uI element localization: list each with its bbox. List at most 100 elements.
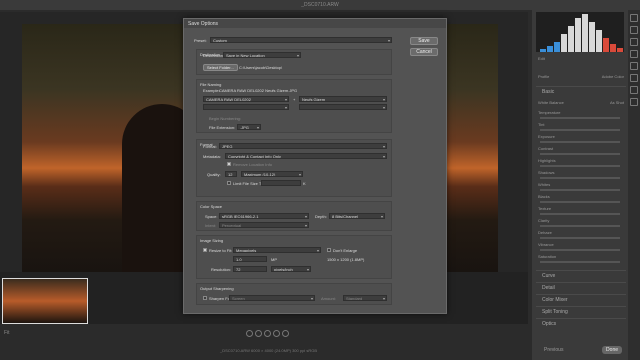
image-sizing-legend: Image Sizing (200, 238, 224, 243)
remove-location-checkbox[interactable] (227, 162, 231, 166)
resize-checkbox[interactable] (203, 248, 207, 252)
slider-texture[interactable]: Texture (538, 206, 624, 212)
image-info[interactable]: _DSC0710.ARW 6000 × 4000 (24.0MP) 300 pp… (220, 348, 317, 353)
dont-enlarge-label: Don't Enlarge (333, 248, 358, 253)
section-label: Optics (542, 321, 557, 327)
slider-label: Whites (538, 182, 551, 187)
metadata-label: Metadata: (203, 154, 221, 159)
cancel-button[interactable]: Cancel (410, 48, 438, 56)
slider-contrast[interactable]: Contrast (538, 146, 624, 152)
done-button[interactable]: Done (602, 346, 622, 354)
slider-clarity[interactable]: Clarity (538, 218, 624, 224)
folder-path: C:\Users\jacob\Desktop\ (239, 65, 283, 70)
profile-value[interactable]: Adobe Color (602, 74, 624, 80)
intent-select[interactable]: Perceptual (219, 222, 309, 228)
tool-strip (628, 10, 640, 360)
star-icon[interactable] (246, 330, 253, 337)
resolution-input[interactable]: 72 (233, 266, 267, 272)
white-balance-row[interactable]: White Balance As Shot (538, 100, 624, 106)
metadata-select[interactable]: Copyright & Contact Info Only (225, 153, 387, 159)
space-label: Space: (205, 214, 218, 219)
histogram-bar (596, 30, 602, 52)
slider-track[interactable] (540, 249, 620, 251)
slider-tint[interactable]: Tint (538, 122, 624, 128)
slider-shadows[interactable]: Shadows (538, 170, 624, 176)
slider-track[interactable] (540, 165, 620, 167)
slider-vibrance[interactable]: Vibrance (538, 242, 624, 248)
slider-track[interactable] (540, 117, 620, 119)
slider-track[interactable] (540, 201, 620, 203)
slider-track[interactable] (540, 153, 620, 155)
slider-whites[interactable]: Whites (538, 182, 624, 188)
limit-file-size-checkbox[interactable] (227, 181, 231, 185)
naming-field-3[interactable] (203, 104, 289, 110)
previous-button[interactable]: Previous (540, 346, 567, 354)
star-icon[interactable] (273, 330, 280, 337)
file-extension-select[interactable]: .JPG (237, 124, 261, 130)
slider-highlights[interactable]: Highlights (538, 158, 624, 164)
redeye-icon[interactable] (630, 50, 638, 58)
slider-exposure[interactable]: Exposure (538, 134, 624, 140)
save-button[interactable]: Save (410, 37, 438, 45)
quality-number[interactable]: 12 (225, 171, 237, 177)
megapixels-input[interactable]: 1.0 (233, 256, 267, 262)
section-split-toning[interactable]: Split Toning (536, 306, 626, 316)
dont-enlarge-checkbox[interactable] (327, 248, 331, 252)
preset-select[interactable]: Custom (210, 37, 392, 43)
section-color-mixer[interactable]: Color Mixer (536, 294, 626, 304)
slider-temperature[interactable]: Temperature (538, 110, 624, 116)
amount-label: Amount: (321, 296, 336, 301)
naming-field-4[interactable] (299, 104, 387, 110)
slider-saturation[interactable]: Saturation (538, 254, 624, 260)
amount-select[interactable]: Standard (343, 295, 387, 301)
limit-file-size-input[interactable] (261, 180, 301, 186)
sharpen-checkbox[interactable] (203, 296, 207, 300)
slider-blacks[interactable]: Blacks (538, 194, 624, 200)
section-detail[interactable]: Detail (536, 282, 626, 292)
resize-select[interactable]: Megapixels (233, 247, 321, 253)
star-icon[interactable] (264, 330, 271, 337)
slider-track[interactable] (540, 129, 620, 131)
star-icon[interactable] (255, 330, 262, 337)
slider-track[interactable] (540, 237, 620, 239)
heal-icon[interactable] (630, 38, 638, 46)
naming-field-1[interactable]: CAMERA RAW DEL0202 (203, 96, 289, 102)
settings-icon[interactable] (630, 98, 638, 106)
radial-icon[interactable] (630, 74, 638, 82)
snapshot-icon[interactable] (630, 86, 638, 94)
depth-label: Depth: (315, 214, 327, 219)
profile-row[interactable]: Profile Adobe Color (538, 74, 624, 80)
edit-tab-label: Edit (538, 56, 545, 61)
slider-track[interactable] (540, 189, 620, 191)
format-select[interactable]: JPEG (219, 143, 387, 149)
slider-track[interactable] (540, 177, 620, 179)
slider-track[interactable] (540, 261, 620, 263)
slider-dehaze[interactable]: Dehaze (538, 230, 624, 236)
select-folder-button[interactable]: Select Folder... (203, 64, 238, 71)
depth-select[interactable]: 8 Bits/Channel (329, 213, 385, 219)
star-rating[interactable] (246, 330, 289, 337)
slider-track[interactable] (540, 141, 620, 143)
brush-icon[interactable] (630, 26, 638, 34)
zoom-level[interactable]: Fit (4, 330, 10, 336)
destination-select[interactable]: Save in New Location (223, 52, 301, 58)
window-title: _DSC0710.ARW (301, 2, 339, 8)
slider-track[interactable] (540, 213, 620, 215)
section-basic[interactable]: Basic (536, 86, 626, 96)
resolution-unit-select[interactable]: pixels/inch (271, 266, 311, 272)
white-balance-label: White Balance (538, 100, 564, 105)
crop-icon[interactable] (630, 14, 638, 22)
edit-tab[interactable]: Edit (538, 56, 624, 62)
gradient-icon[interactable] (630, 62, 638, 70)
quality-select[interactable]: Maximum (10-12) (241, 171, 303, 177)
slider-track[interactable] (540, 225, 620, 227)
sharpen-for-select[interactable]: Screen (229, 295, 315, 301)
section-curve[interactable]: Curve (536, 270, 626, 280)
filmstrip-thumbnail[interactable] (2, 278, 88, 324)
naming-field-2[interactable]: Neufs Gizem (299, 96, 387, 102)
star-icon[interactable] (282, 330, 289, 337)
section-optics[interactable]: Optics (536, 318, 626, 328)
space-select[interactable]: sRGB IEC61966-2.1 (219, 213, 309, 219)
white-balance-value[interactable]: As Shot (610, 100, 624, 106)
title-bar: _DSC0710.ARW (0, 0, 640, 10)
